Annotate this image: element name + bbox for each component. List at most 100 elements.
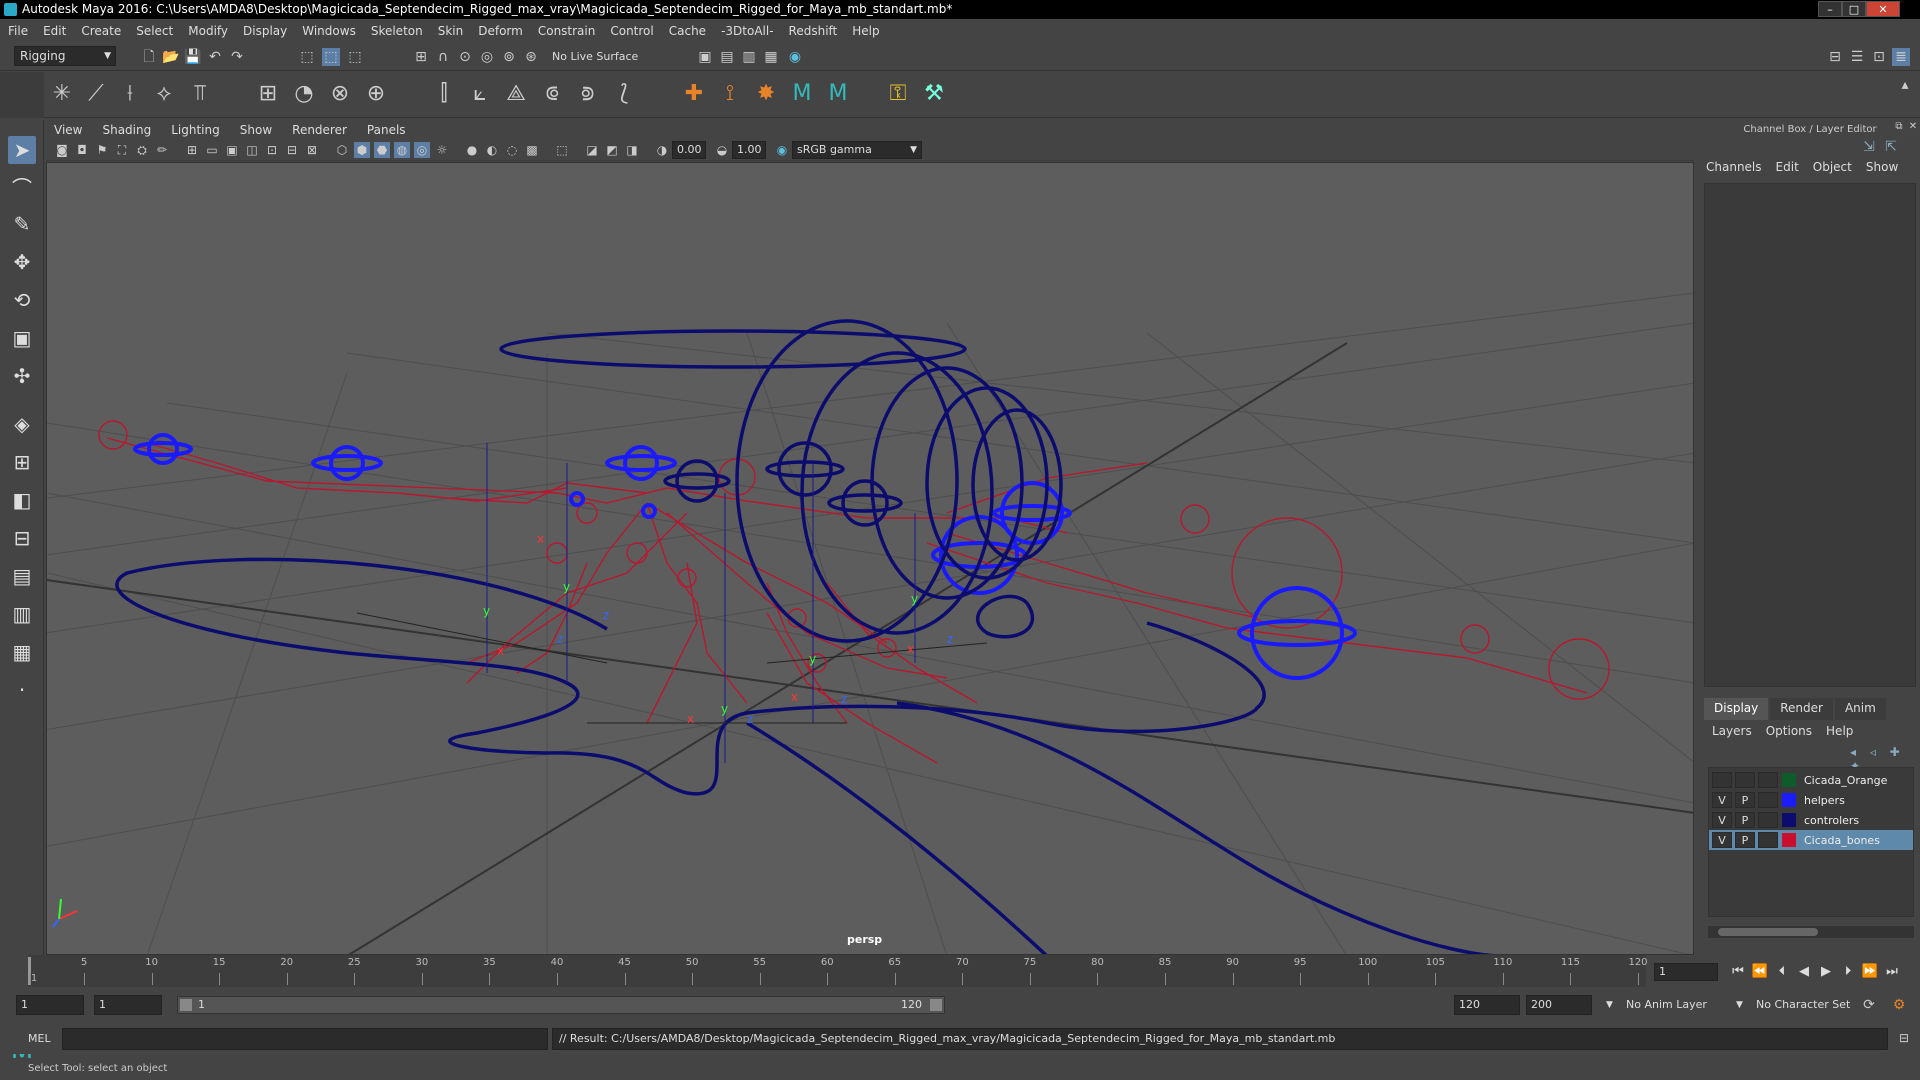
insert-joint-icon[interactable]: ⟡	[150, 80, 178, 108]
layer-color-swatch[interactable]	[1782, 833, 1796, 847]
bookmark-icon[interactable]: ⚑	[94, 142, 110, 158]
viewport-menu-panels[interactable]: Panels	[367, 123, 406, 137]
tab-anim[interactable]: Anim	[1834, 698, 1886, 720]
maximize-button[interactable]: □	[1842, 1, 1866, 17]
live-surface-field[interactable]: No Live Surface	[552, 48, 648, 66]
menu-edit[interactable]: Edit	[43, 24, 66, 38]
channel-box-icon[interactable]: ⇲	[1860, 138, 1878, 156]
menu-display[interactable]: Display	[243, 24, 287, 38]
script-editor-icon[interactable]: ⊟	[1896, 1031, 1912, 1047]
layer-menu-options[interactable]: Options	[1766, 724, 1812, 742]
layer-display-type[interactable]	[1758, 772, 1778, 788]
menu-file[interactable]: File	[8, 24, 28, 38]
layer-row[interactable]: V P helpers	[1709, 790, 1913, 810]
wrap-deformer-icon[interactable]: ⊕	[362, 80, 390, 108]
channel-box-menu-object[interactable]: Object	[1813, 160, 1852, 180]
set-driven-key-icon[interactable]: ⚿	[884, 80, 912, 108]
snap-live-icon[interactable]: ⊛	[522, 48, 540, 66]
step-forward-frame-icon[interactable]: ⏩	[1860, 963, 1880, 981]
render-settings-icon[interactable]: ▦	[762, 48, 780, 66]
resolution-gate-icon[interactable]: ▣	[224, 142, 240, 158]
render-view-icon[interactable]: ▣	[696, 48, 714, 66]
ik-spline-icon[interactable]: ⟊	[116, 80, 144, 108]
rotate-tool-icon[interactable]: ⟲	[8, 286, 36, 314]
camera-attributes-icon[interactable]: ◘	[74, 142, 90, 158]
menu-cache[interactable]: Cache	[669, 24, 706, 38]
close-button[interactable]: ✕	[1866, 1, 1900, 17]
tool-settings-icon[interactable]: ⊡	[1870, 48, 1888, 66]
smooth-shade-icon[interactable]: ⬢	[354, 142, 370, 158]
layer-display-type[interactable]	[1758, 812, 1778, 828]
ipr-render-icon[interactable]: ▥	[740, 48, 758, 66]
layer-row[interactable]: Cicada_Orange	[1709, 770, 1913, 790]
time-slider-track[interactable]: 1 5 10 15 20 25 30 35 40 45 50 55 60 65 70 75 80 85 90 95 10…	[28, 955, 1648, 987]
menu-create[interactable]: Create	[81, 24, 121, 38]
animation-preferences-icon[interactable]: ⚙	[1890, 996, 1908, 1014]
layer-display-type[interactable]	[1758, 792, 1778, 808]
animation-end-field[interactable]: 200	[1526, 995, 1592, 1015]
minimize-button[interactable]: –	[1818, 1, 1842, 17]
attribute-editor-icon[interactable]: ⇱	[1882, 138, 1900, 156]
paint-select-icon[interactable]: ✎	[8, 210, 36, 238]
screen-space-ao-icon[interactable]: ●	[464, 142, 480, 158]
menu-set-dropdown[interactable]: Rigging ▼	[14, 46, 116, 66]
hypershade-icon[interactable]: ◉	[786, 48, 804, 66]
isolate-select-icon[interactable]: ⬚	[554, 142, 570, 158]
current-frame-field[interactable]: 1	[1654, 963, 1718, 981]
layer-visibility-toggle[interactable]	[1712, 772, 1732, 788]
layer-color-swatch[interactable]	[1782, 793, 1796, 807]
layer-visibility-toggle[interactable]: V	[1712, 812, 1732, 828]
select-hierarchy-icon[interactable]: ⬚	[298, 48, 316, 66]
2d-pan-zoom-icon[interactable]: ⛭	[134, 142, 150, 158]
use-all-lights-icon[interactable]: ◎	[414, 142, 430, 158]
layer-color-swatch[interactable]	[1782, 813, 1796, 827]
layer-playback-toggle[interactable]: P	[1735, 832, 1755, 848]
film-gate-icon[interactable]: ▭	[204, 142, 220, 158]
single-perspective-layout-icon[interactable]: ◈	[8, 410, 36, 438]
go-to-end-icon[interactable]: ⏭	[1882, 963, 1902, 981]
script-language-label[interactable]: MEL	[28, 1032, 51, 1045]
channel-box-menu-show[interactable]: Show	[1866, 160, 1898, 180]
motion-blur-icon[interactable]: ◐	[484, 142, 500, 158]
select-component-icon[interactable]: ⬚	[346, 48, 364, 66]
remove-influence-icon[interactable]: ⟅	[610, 80, 638, 108]
wireframe-on-shaded-icon[interactable]: ⬣	[374, 142, 390, 158]
layer-display-type[interactable]	[1758, 832, 1778, 848]
go-to-start-icon[interactable]: ⏮	[1728, 963, 1748, 981]
exposure-field[interactable]: 0.00	[672, 141, 706, 159]
viewport-canvas[interactable]: y y y y y x z x z x z x z z x persp	[46, 162, 1694, 955]
layer-editor-scrollbar[interactable]	[1708, 926, 1914, 938]
smooth-bind-icon[interactable]: ⟀	[466, 80, 494, 108]
two-side-layout-icon[interactable]: ◧	[8, 486, 36, 514]
aim-constraint-icon[interactable]: ✸	[752, 80, 780, 108]
move-layer-down-icon[interactable]: ◃	[1870, 745, 1886, 759]
viewport-menu-lighting[interactable]: Lighting	[171, 123, 220, 137]
open-scene-icon[interactable]: 📂	[162, 48, 180, 66]
snap-grid-icon[interactable]: ⊞	[412, 48, 430, 66]
undo-icon[interactable]: ↶	[206, 48, 224, 66]
gamma-field[interactable]: 1.00	[732, 141, 766, 159]
grid-toggle-icon[interactable]: ⊞	[184, 142, 200, 158]
redo-icon[interactable]: ↷	[228, 48, 246, 66]
channel-box-menu-channels[interactable]: Channels	[1706, 160, 1762, 180]
paint-weights-icon[interactable]: ⟁	[502, 80, 530, 108]
humanik-icon[interactable]: M	[788, 80, 816, 108]
scale-tool-icon[interactable]: ▣	[8, 324, 36, 352]
command-input[interactable]	[62, 1028, 548, 1050]
attribute-editor-icon[interactable]: ☰	[1848, 48, 1866, 66]
field-chart-icon[interactable]: ⊡	[264, 142, 280, 158]
channel-box-toggle-icon[interactable]: ≣	[1892, 48, 1910, 66]
anti-aliasing-icon[interactable]: ◌	[504, 142, 520, 158]
viewport-menu-show[interactable]: Show	[240, 123, 272, 137]
menu-deform[interactable]: Deform	[478, 24, 523, 38]
detach-skin-icon[interactable]: ⟃	[538, 80, 566, 108]
character-controls-icon[interactable]: M	[824, 80, 852, 108]
grease-pencil-icon[interactable]: ✏	[154, 142, 170, 158]
two-stacked-layout-icon[interactable]: ⊟	[8, 524, 36, 552]
menu-windows[interactable]: Windows	[302, 24, 356, 38]
play-forwards-icon[interactable]: ▶	[1816, 963, 1836, 981]
xray-icon[interactable]: ◪	[584, 142, 600, 158]
layer-playback-toggle[interactable]: P	[1735, 792, 1755, 808]
viewport-menu-renderer[interactable]: Renderer	[292, 123, 347, 137]
new-layer-icon[interactable]: ✚	[1890, 745, 1906, 759]
